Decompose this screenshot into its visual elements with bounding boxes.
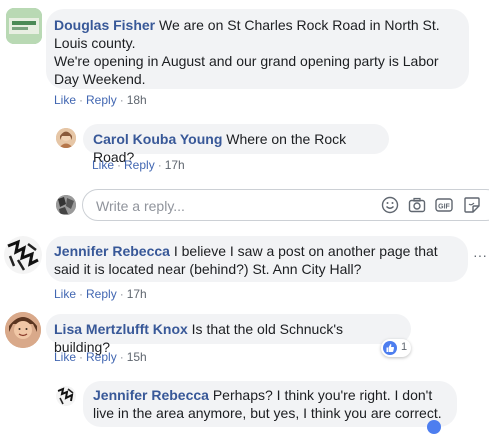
separator: ·: [117, 158, 122, 172]
avatar-current-user: [56, 195, 76, 215]
comment-text: Perhaps? I think you're right. I don't: [212, 387, 433, 403]
comment-text: I believe I saw a post on another page t…: [173, 243, 438, 259]
avatar-image: [56, 195, 76, 215]
separator: ·: [79, 350, 84, 364]
like-link[interactable]: Like: [54, 287, 76, 301]
avatar-image: [56, 386, 76, 406]
separator: ·: [79, 287, 84, 301]
timestamp[interactable]: 17h: [127, 287, 147, 301]
comment-bubble: Jennifer Rebecca Perhaps? I think you're…: [83, 381, 457, 427]
comment-text: Day Weekend.: [54, 71, 146, 87]
reply-link[interactable]: Reply: [86, 350, 117, 364]
comment-bubble: Carol Kouba Young Where on the Rock Road…: [83, 124, 389, 165]
avatar-jennifer-rebecca[interactable]: [4, 236, 42, 274]
comment-actions: Like · Reply · 17h: [54, 287, 147, 301]
timestamp[interactable]: 18h: [127, 93, 147, 107]
reaction-badge[interactable]: 1: [381, 339, 411, 357]
gif-icon[interactable]: GIF: [435, 196, 453, 214]
comment-text: We're opening in August and our grand op…: [54, 53, 439, 69]
comment-text: said it is located near (behind?) St. An…: [54, 261, 362, 277]
comment-bubble: Douglas Fisher We are on St Charles Rock…: [46, 9, 469, 89]
comment-author[interactable]: Jennifer Rebecca: [93, 387, 209, 403]
separator: ·: [157, 158, 162, 172]
comment-actions: Like · Reply · 15h: [54, 350, 147, 364]
comment-author[interactable]: Lisa Mertzlufft Knox: [54, 321, 188, 337]
smiley-icon[interactable]: [381, 196, 399, 214]
reply-link[interactable]: Reply: [124, 158, 155, 172]
camera-icon[interactable]: [408, 196, 426, 214]
like-reaction-icon: [383, 341, 397, 355]
timestamp[interactable]: 15h: [127, 350, 147, 364]
sticker-icon[interactable]: [463, 196, 481, 214]
avatar-lisa-mertzlufft-knox[interactable]: [5, 312, 41, 348]
more-options-icon[interactable]: ···: [473, 247, 487, 263]
avatar-image: [56, 128, 76, 148]
separator: ·: [79, 93, 84, 107]
timestamp[interactable]: 17h: [165, 158, 185, 172]
comment-author[interactable]: Douglas Fisher: [54, 17, 155, 33]
like-link[interactable]: Like: [54, 350, 76, 364]
comment-text: Louis county.: [54, 35, 136, 51]
like-reaction-icon[interactable]: [427, 420, 441, 434]
comment-text: live in the area anymore, but yes, I thi…: [93, 405, 442, 421]
reply-placeholder: Write a reply...: [96, 198, 185, 214]
avatar-image: [5, 312, 41, 348]
avatar-image: [6, 8, 42, 44]
comment-actions: Like · Reply · 17h: [92, 158, 185, 172]
comment-author[interactable]: Jennifer Rebecca: [54, 243, 170, 259]
svg-text:GIF: GIF: [438, 203, 450, 210]
avatar-carol-kouba-young[interactable]: [56, 128, 76, 148]
separator: ·: [119, 93, 124, 107]
avatar-douglas-fisher[interactable]: [6, 8, 42, 44]
like-link[interactable]: Like: [92, 158, 114, 172]
reaction-count: 1: [401, 341, 408, 353]
comment-text: We are on St Charles Rock Road in North …: [159, 17, 440, 33]
comment-author[interactable]: Carol Kouba Young: [93, 131, 222, 147]
separator: ·: [119, 287, 124, 301]
comment-actions: Like · Reply · 18h: [54, 93, 147, 107]
separator: ·: [119, 350, 124, 364]
comment-bubble: Jennifer Rebecca I believe I saw a post …: [46, 236, 468, 282]
avatar-image: [4, 236, 42, 274]
comment-bubble: Lisa Mertzlufft Knox Is that the old Sch…: [46, 314, 411, 355]
avatar-jennifer-rebecca[interactable]: [56, 386, 76, 406]
reply-link[interactable]: Reply: [86, 287, 117, 301]
reply-link[interactable]: Reply: [86, 93, 117, 107]
reply-input[interactable]: Write a reply... GIF: [82, 189, 489, 221]
like-link[interactable]: Like: [54, 93, 76, 107]
